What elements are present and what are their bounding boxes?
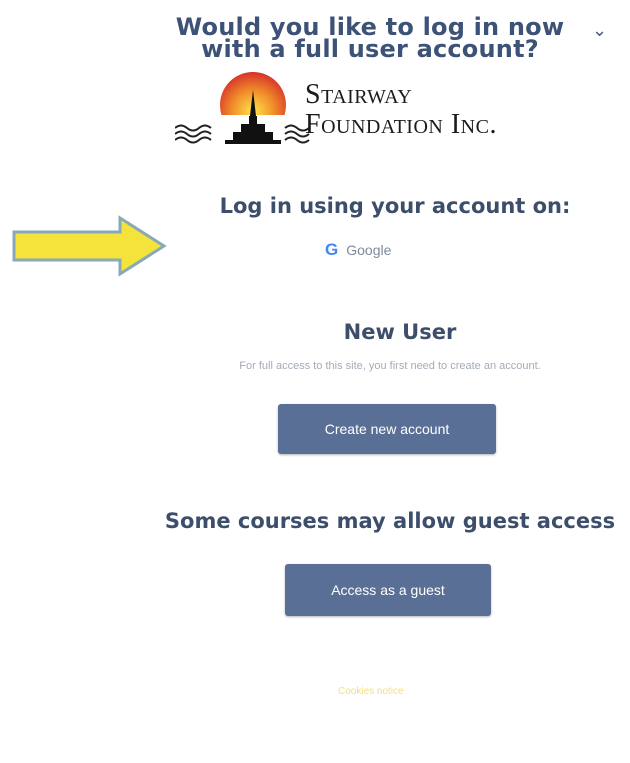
guest-heading: Some courses may allow guest access	[164, 509, 616, 533]
logo-line1: Stairway	[305, 79, 413, 110]
logo-line2: Foundation Inc.	[305, 109, 497, 140]
google-label: Google	[346, 242, 392, 258]
google-icon: G	[325, 240, 339, 259]
cookies-notice-link[interactable]: Cookies notice	[338, 686, 404, 697]
stairway-logo-graphic	[174, 72, 310, 144]
guest-access-button[interactable]: Access as a guest	[285, 564, 491, 616]
google-login-button[interactable]: G Google	[325, 240, 391, 260]
new-user-heading: New User	[343, 320, 457, 344]
login-heading: Log in using your account on:	[219, 194, 571, 218]
create-account-button[interactable]: Create new account	[278, 404, 496, 454]
logo-text: Stairway Foundation Inc.	[305, 80, 497, 140]
login-prompt-title: Would you like to log in now with a full…	[175, 13, 565, 63]
chevron-down-icon[interactable]: ⌄	[592, 20, 607, 41]
arrow-icon	[10, 214, 170, 282]
new-user-text: For full access to this site, you first …	[239, 360, 541, 372]
